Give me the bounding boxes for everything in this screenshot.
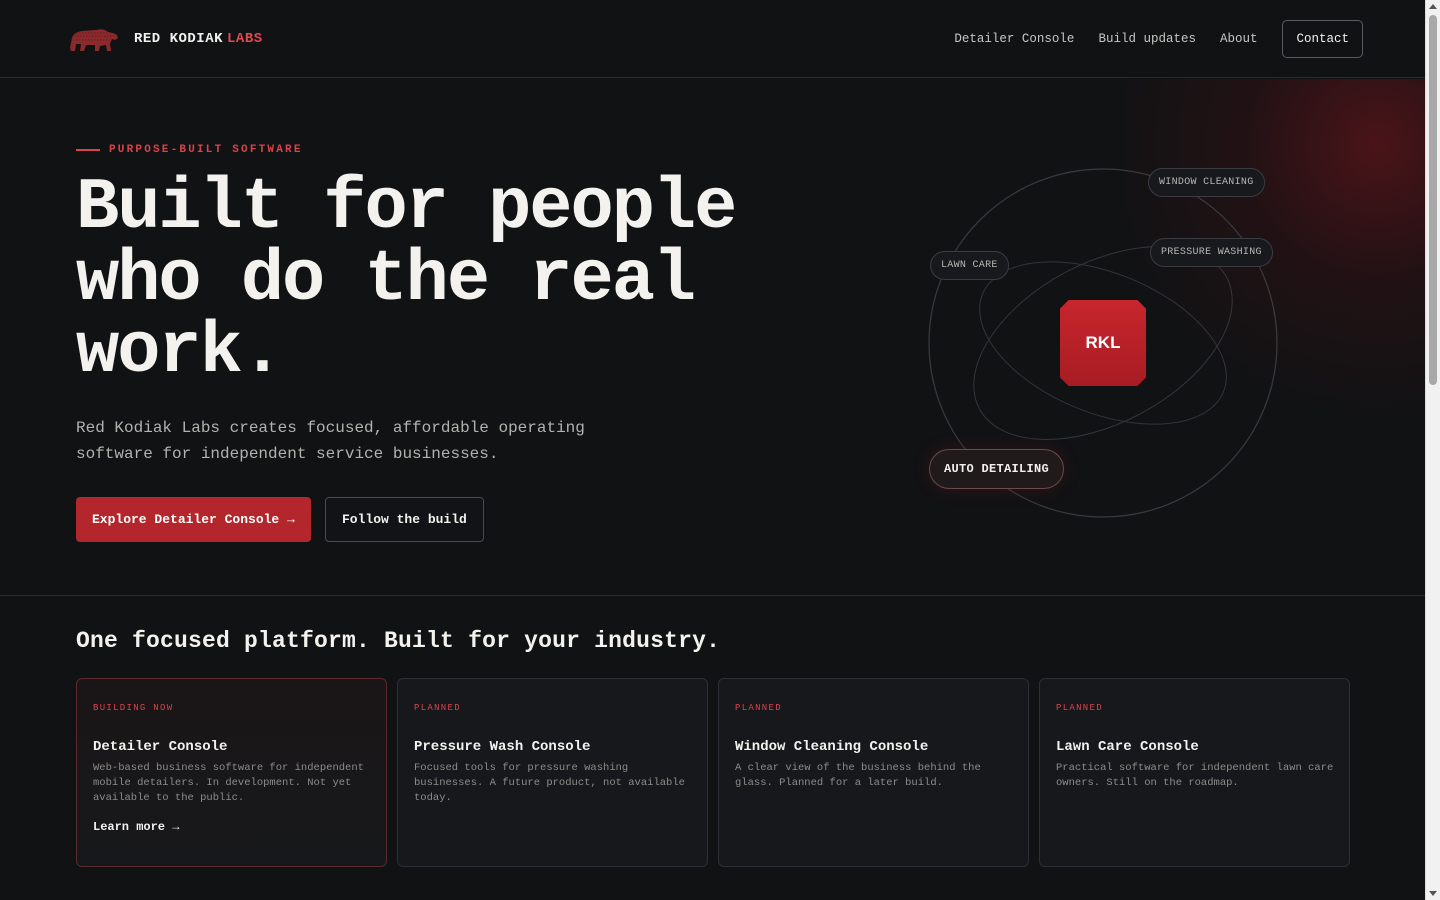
- card-description: Practical software for independent lawn …: [1056, 762, 1334, 789]
- brand[interactable]: RED KODIAK LABS: [66, 24, 263, 54]
- card-title: Lawn Care Console: [1056, 739, 1199, 755]
- chip-pressure-washing[interactable]: PRESSURE WASHING: [1150, 238, 1273, 267]
- page-scrollbar[interactable]: [1425, 0, 1440, 900]
- card-status: BUILDING NOW: [93, 703, 174, 713]
- explore-detailer-button[interactable]: Explore Detailer Console →: [76, 497, 311, 542]
- chip-window-cleaning[interactable]: WINDOW CLEANING: [1148, 168, 1265, 197]
- main-nav: Detailer Console Build updates About Con…: [954, 19, 1363, 58]
- scroll-down-icon[interactable]: [1429, 891, 1437, 896]
- hero-subtext: Red Kodiak Labs creates focused, afforda…: [76, 419, 585, 463]
- headline-line-1: Built for people: [76, 167, 737, 249]
- card-lawn-care-console[interactable]: PLANNED Lawn Care Console Practical soft…: [1039, 678, 1350, 867]
- card-status: PLANNED: [414, 703, 461, 713]
- brand-name: RED KODIAK LABS: [134, 30, 263, 47]
- scroll-thumb[interactable]: [1429, 15, 1437, 385]
- card-title: Window Cleaning Console: [735, 739, 929, 755]
- card-pressure-wash-console[interactable]: PLANNED Pressure Wash Console Focused to…: [397, 678, 708, 867]
- orbit-graphic: WINDOW CLEANING PRESSURE WASHING LAWN CA…: [900, 149, 1320, 549]
- card-title: Detailer Console: [93, 739, 228, 755]
- chip-auto-detailing[interactable]: AUTO DETAILING: [929, 449, 1065, 489]
- card-description: Focused tools for pressure washing busin…: [414, 762, 685, 804]
- chip-lawn-care[interactable]: LAWN CARE: [930, 251, 1009, 280]
- card-description: Web-based business software for independ…: [93, 762, 364, 804]
- product-cards: BUILDING NOW Detailer Console Web-based …: [76, 678, 1350, 867]
- card-status: PLANNED: [735, 703, 782, 713]
- card-description: A clear view of the business behind the …: [735, 762, 981, 789]
- card-detailer-console[interactable]: BUILDING NOW Detailer Console Web-based …: [76, 678, 387, 867]
- hero-headline: Built for people who do the real work.: [76, 172, 796, 388]
- follow-build-button[interactable]: Follow the build: [325, 497, 484, 542]
- platform-title: One focused platform. Built for your ind…: [76, 628, 721, 654]
- rkl-logo-badge: RKL: [1060, 300, 1146, 386]
- eyebrow-line: [76, 149, 100, 151]
- card-status: PLANNED: [1056, 703, 1103, 713]
- card-title: Pressure Wash Console: [414, 739, 591, 755]
- card-window-cleaning-console[interactable]: PLANNED Window Cleaning Console A clear …: [718, 678, 1029, 867]
- eyebrow-text: PURPOSE-BUILT SOFTWARE: [109, 144, 303, 156]
- nav-about[interactable]: About: [1220, 32, 1258, 46]
- brand-accent: LABS: [227, 30, 263, 47]
- headline-line-3: work.: [76, 311, 284, 393]
- headline-line-2: who do the real: [76, 239, 696, 321]
- nav-detailer-console[interactable]: Detailer Console: [954, 32, 1074, 46]
- bear-icon: [70, 28, 118, 51]
- scroll-up-icon[interactable]: [1429, 4, 1437, 9]
- learn-more-link[interactable]: Learn more →: [93, 820, 179, 834]
- hero-eyebrow: PURPOSE-BUILT SOFTWARE: [76, 144, 303, 156]
- contact-button[interactable]: Contact: [1282, 19, 1363, 58]
- hero-section: PURPOSE-BUILT SOFTWARE Built for people …: [0, 79, 1425, 596]
- page: RED KODIAK LABS Detailer Console Build up…: [0, 0, 1425, 900]
- nav-build-updates[interactable]: Build updates: [1098, 32, 1196, 46]
- site-header: RED KODIAK LABS Detailer Console Build up…: [0, 0, 1425, 78]
